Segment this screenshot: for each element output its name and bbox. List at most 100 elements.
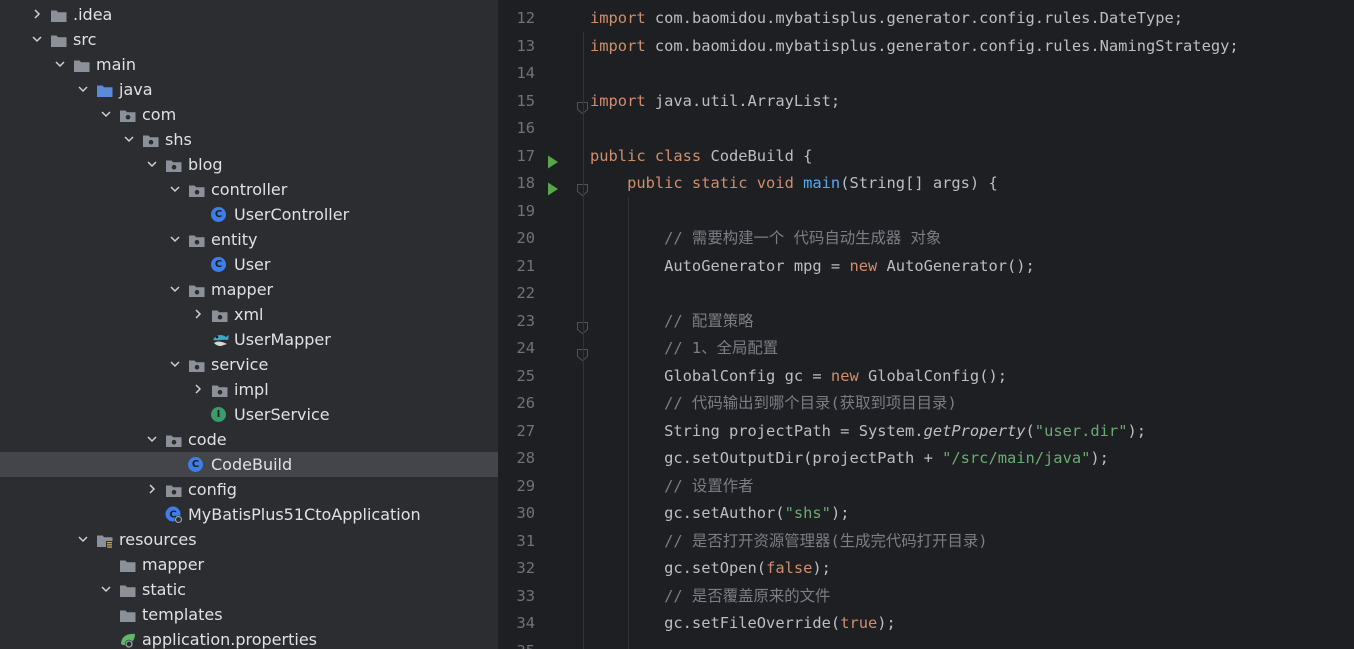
tree-row-codebuild[interactable]: C CodeBuild — [0, 452, 498, 477]
line-number: 30 — [516, 504, 535, 522]
code-token: java.util.ArrayList; — [654, 91, 841, 110]
package-icon — [165, 481, 183, 499]
chevron-down-icon[interactable] — [29, 27, 45, 52]
tree-row-mybatisplus51ctoapplication[interactable]: C MyBatisPlus51CtoApplication — [0, 502, 498, 527]
line-number: 13 — [516, 36, 535, 55]
chevron-down-icon[interactable] — [98, 577, 114, 602]
tree-row-com[interactable]: com — [0, 102, 498, 127]
package-icon — [188, 281, 206, 299]
code-line[interactable]: 14 — [499, 60, 1354, 88]
indent-guide — [628, 197, 629, 649]
code-line[interactable]: 12 import com.baomidou.mybatisplus.genera… — [499, 5, 1354, 33]
mybatis-mapper-icon — [211, 331, 229, 349]
line-number: 15 — [516, 91, 535, 110]
code-token: new — [849, 256, 887, 275]
code-token: AutoGenerator(); — [886, 256, 1035, 275]
chevron-down-icon[interactable] — [167, 277, 183, 302]
tree-row-shs[interactable]: shs — [0, 127, 498, 152]
chevron-right-icon[interactable] — [29, 2, 45, 27]
line-number: 35 — [499, 638, 535, 649]
source-folder-icon — [96, 81, 114, 99]
tree-row-code[interactable]: code — [0, 427, 498, 452]
tree-row-label: User — [234, 255, 271, 274]
tree-row-src[interactable]: src — [0, 27, 498, 52]
java-class-icon: C — [211, 207, 226, 222]
tree-row-resources[interactable]: resources — [0, 527, 498, 552]
line-number: 23 — [516, 311, 535, 330]
code-text: String projectPath = System.getProperty(… — [590, 418, 1146, 446]
tree-row-java[interactable]: java — [0, 77, 498, 102]
code-text: gc.setOpen(false); — [590, 555, 831, 583]
code-text: // 是否打开资源管理器(生成完代码打开目录) — [590, 528, 988, 556]
tree-row-usermapper[interactable]: UserMapper — [0, 327, 498, 352]
chevron-down-icon[interactable] — [167, 227, 183, 252]
folder-icon — [119, 556, 137, 574]
tree-row-static[interactable]: static — [0, 577, 498, 602]
code-text: import com.baomidou.mybatisplus.generato… — [590, 33, 1239, 61]
tree-row-label: CodeBuild — [211, 455, 293, 474]
line-number: 14 — [516, 64, 535, 82]
tree-row-mapper[interactable]: mapper — [0, 552, 498, 577]
code-line[interactable]: 16 — [499, 115, 1354, 143]
tree-row-application-properties[interactable]: application.properties — [0, 627, 498, 649]
code-line[interactable]: 13 import com.baomidou.mybatisplus.genera… — [499, 33, 1354, 61]
line-number: 31 — [516, 531, 535, 550]
code-token: "shs" — [784, 504, 831, 522]
code-token: // 1、全局配置 — [590, 339, 779, 357]
tree-row-label: config — [188, 480, 237, 499]
chevron-down-icon[interactable] — [167, 352, 183, 377]
tree-row-usercontroller[interactable]: C UserController — [0, 202, 498, 227]
chevron-right-icon[interactable] — [144, 477, 160, 502]
chevron-down-icon[interactable] — [144, 427, 160, 452]
indent-guide — [583, 32, 584, 649]
chevron-down-icon[interactable] — [144, 152, 160, 177]
tree-row-xml[interactable]: xml — [0, 302, 498, 327]
tree-row-entity[interactable]: entity — [0, 227, 498, 252]
tree-row-impl[interactable]: impl — [0, 377, 498, 402]
tree-row-main[interactable]: main — [0, 52, 498, 77]
chevron-down-icon[interactable] — [167, 177, 183, 202]
line-number: 18 — [516, 174, 535, 192]
chevron-down-icon[interactable] — [52, 52, 68, 77]
tree-row-userservice[interactable]: I UserService — [0, 402, 498, 427]
code-text: // 是否覆盖原来的文件 — [590, 583, 830, 611]
code-token: ); — [830, 504, 850, 522]
folder-icon — [119, 606, 137, 624]
code-token: // 是否打开资源管理器(生成完代码打开目录) — [590, 531, 988, 550]
folder-icon — [73, 56, 91, 74]
spring-boot-class-icon: C — [165, 506, 183, 524]
code-token: ); — [1127, 421, 1147, 440]
line-number: 17 — [516, 146, 535, 165]
code-text: import java.util.ArrayList; — [590, 88, 840, 116]
chevron-down-icon[interactable] — [75, 527, 91, 552]
code-line[interactable]: 17 public class CodeBuild { — [499, 143, 1354, 171]
tree-row-blog[interactable]: blog — [0, 152, 498, 177]
line-number: 29 — [516, 476, 535, 495]
tree-row-config[interactable]: config — [0, 477, 498, 502]
code-token: ); — [812, 559, 831, 577]
code-line[interactable]: 18 public static void main(String[] args… — [499, 170, 1354, 198]
tree-row-label: .idea — [73, 5, 113, 24]
tree-row-label: java — [119, 80, 153, 99]
chevron-down-icon[interactable] — [98, 102, 114, 127]
line-number: 19 — [516, 201, 535, 220]
code-text: // 设置作者 — [590, 473, 753, 501]
chevron-right-icon[interactable] — [190, 302, 206, 327]
code-token: getProperty — [923, 421, 1026, 440]
tree-row-mapper[interactable]: mapper — [0, 277, 498, 302]
code-token: public static void — [590, 174, 804, 192]
chevron-down-icon[interactable] — [75, 77, 91, 102]
code-line[interactable]: 15 import java.util.ArrayList; — [499, 88, 1354, 116]
package-icon — [188, 231, 206, 249]
tree-row-user[interactable]: C User — [0, 252, 498, 277]
tree-row--idea[interactable]: .idea — [0, 2, 498, 27]
chevron-down-icon[interactable] — [121, 127, 137, 152]
tree-row-controller[interactable]: controller — [0, 177, 498, 202]
tree-row-templates[interactable]: templates — [0, 602, 498, 627]
tree-row-label: static — [142, 580, 186, 599]
chevron-right-icon[interactable] — [190, 377, 206, 402]
code-token: String projectPath = System. — [590, 421, 924, 440]
code-token: com.baomidou.mybatisplus.generator.confi… — [654, 9, 1184, 27]
tree-row-service[interactable]: service — [0, 352, 498, 377]
line-number: 32 — [516, 559, 535, 577]
